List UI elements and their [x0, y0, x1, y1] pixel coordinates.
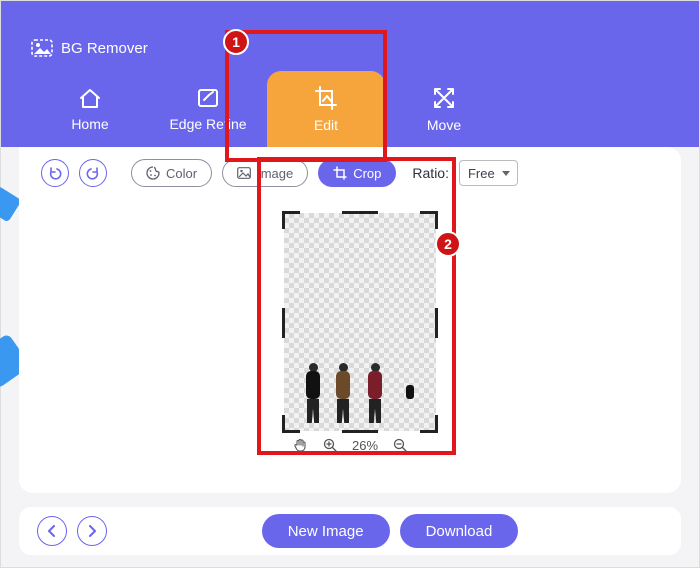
- zoom-in-button[interactable]: [322, 437, 338, 453]
- color-button[interactable]: Color: [131, 159, 212, 187]
- tab-edge-label: Edge Refine: [169, 116, 246, 132]
- color-label: Color: [166, 166, 197, 181]
- tab-move[interactable]: Move: [385, 71, 503, 147]
- tab-home[interactable]: Home: [31, 71, 149, 147]
- next-button[interactable]: [77, 516, 107, 546]
- ratio-select[interactable]: Free: [459, 160, 518, 186]
- crop-frame[interactable]: [284, 213, 436, 431]
- foreground-subject: [284, 343, 436, 423]
- person-silhouette: [406, 385, 414, 399]
- tab-edit-label: Edit: [314, 117, 338, 133]
- person-silhouette: [306, 363, 320, 423]
- crop-icon: [333, 166, 347, 180]
- footer-bar: New Image Download: [19, 507, 681, 555]
- edit-toolbar: Color Image Crop Ratio: Free: [19, 147, 681, 199]
- app-header: BG Remover Home Edge Refine Edit Move: [1, 1, 699, 147]
- download-button[interactable]: Download: [400, 514, 519, 548]
- crop-label: Crop: [353, 166, 381, 181]
- chevron-left-icon: [47, 525, 57, 537]
- crop-handle-tr[interactable]: [420, 211, 438, 229]
- hand-icon: [292, 437, 308, 453]
- crop-button[interactable]: Crop: [318, 159, 396, 187]
- callout-badge-1: 1: [223, 29, 249, 55]
- person-silhouette: [336, 363, 350, 423]
- redo-icon: [86, 166, 100, 180]
- callout-badge-2: 2: [435, 231, 461, 257]
- zoom-bar: 26%: [19, 437, 681, 453]
- tab-edit[interactable]: Edit: [267, 71, 385, 147]
- prev-button[interactable]: [37, 516, 67, 546]
- tab-bar: Home Edge Refine Edit Move: [31, 71, 669, 147]
- palette-icon: [146, 166, 160, 180]
- crop-edit-icon: [312, 85, 340, 111]
- logo-icon: [31, 39, 53, 57]
- tab-home-label: Home: [71, 116, 108, 132]
- crop-handle-top[interactable]: [342, 211, 378, 214]
- zoom-out-button[interactable]: [392, 437, 408, 453]
- image-label: Image: [257, 166, 293, 181]
- crop-handle-right[interactable]: [435, 308, 438, 338]
- image-icon: [237, 167, 251, 179]
- crop-handle-tl[interactable]: [282, 211, 300, 229]
- undo-button[interactable]: [41, 159, 69, 187]
- new-image-label: New Image: [288, 523, 364, 540]
- crop-handle-bottom[interactable]: [342, 430, 378, 433]
- download-label: Download: [426, 523, 493, 540]
- zoom-value: 26%: [352, 438, 378, 453]
- crop-handle-left[interactable]: [282, 308, 285, 338]
- ratio-label: Ratio:: [412, 165, 449, 181]
- move-icon: [431, 85, 457, 111]
- chevron-right-icon: [87, 525, 97, 537]
- undo-icon: [48, 166, 62, 180]
- redo-button[interactable]: [79, 159, 107, 187]
- person-silhouette: [368, 363, 382, 423]
- tab-edge-refine[interactable]: Edge Refine: [149, 71, 267, 147]
- app-title: BG Remover: [31, 39, 148, 57]
- new-image-button[interactable]: New Image: [262, 514, 390, 548]
- image-button[interactable]: Image: [222, 159, 308, 187]
- ratio-value: Free: [468, 166, 495, 181]
- edit-panel: Color Image Crop Ratio: Free: [19, 147, 681, 493]
- edge-refine-icon: [195, 86, 221, 110]
- app-title-text: BG Remover: [61, 40, 148, 57]
- home-icon: [77, 86, 103, 110]
- canvas-area: 26%: [19, 199, 681, 457]
- zoom-out-icon: [392, 437, 408, 453]
- pan-tool-button[interactable]: [292, 437, 308, 453]
- tab-move-label: Move: [427, 117, 461, 133]
- zoom-in-icon: [322, 437, 338, 453]
